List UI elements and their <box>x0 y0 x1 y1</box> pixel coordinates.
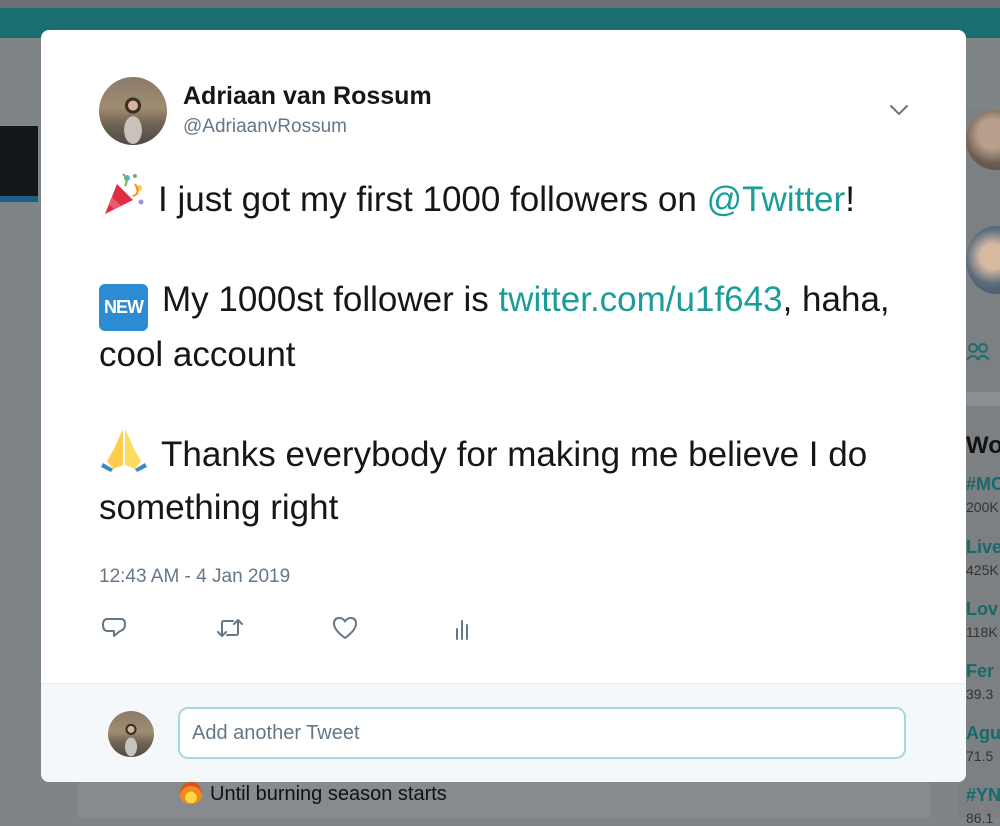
analytics-icon[interactable] <box>449 615 479 645</box>
tweet-punct: ! <box>845 180 855 219</box>
people-icon <box>966 342 990 367</box>
trend-count: 71.5 <box>966 748 994 764</box>
tweet-paragraph-2: NEW My 1000st follower is twitter.com/u1f… <box>99 276 919 378</box>
trend-name: Lov <box>966 599 999 619</box>
trend-count: 200K <box>966 499 999 515</box>
author-avatar[interactable] <box>99 77 167 145</box>
trend-name: Live <box>966 537 1000 557</box>
browser-topbar <box>0 0 1000 8</box>
mention-link[interactable]: @Twitter <box>707 180 846 219</box>
party-popper-icon <box>99 170 146 229</box>
background-nav-accent <box>0 196 38 202</box>
tweet-text: I just got my first 1000 followers on @T… <box>99 170 919 531</box>
reply-icon[interactable] <box>101 615 131 645</box>
tweet-punct: , <box>782 280 793 319</box>
tweet-paragraph-1: I just got my first 1000 followers on @T… <box>99 170 919 229</box>
tweet-actions <box>99 615 499 645</box>
retweet-icon[interactable] <box>216 615 246 645</box>
author-handle[interactable]: @AdriaanvRossum <box>183 116 347 138</box>
tweet-line-1: I just got my first 1000 followers on <box>158 180 697 219</box>
tweet-line-3: Thanks everybody for making me believe I… <box>99 435 868 527</box>
trend-name: Fer <box>966 661 995 681</box>
background-nav-block <box>0 126 38 200</box>
trend-name: #YN <box>966 785 1000 805</box>
background-feed-item: Until burning season starts <box>180 782 447 806</box>
tweet-modal: Adriaan van Rossum @AdriaanvRossum I jus… <box>41 30 966 782</box>
reply-composer <box>41 683 966 782</box>
fire-icon <box>180 782 202 804</box>
tweet-line-2: My 1000st follower is <box>162 280 489 319</box>
trend-count: 425K <box>966 562 999 578</box>
author-name[interactable]: Adriaan van Rossum <box>183 82 432 111</box>
profile-link[interactable]: twitter.com/u1f643 <box>499 280 783 319</box>
folded-hands-icon <box>99 425 149 484</box>
trends-title: Wo <box>966 432 1000 459</box>
trend-count: 39.3 <box>966 686 994 702</box>
chevron-down-icon[interactable] <box>889 103 909 117</box>
background-divider <box>966 392 1000 406</box>
trend-name: Agu <box>966 723 1000 743</box>
tweet-timestamp[interactable]: 12:43 AM - 4 Jan 2019 <box>99 566 290 588</box>
user-avatar <box>108 711 154 757</box>
trend-count: 86.1 <box>966 810 994 826</box>
heart-icon[interactable] <box>332 615 362 645</box>
trend-count: 118K <box>966 624 998 640</box>
trend-name: #MC <box>966 474 1000 494</box>
tweet-paragraph-3: Thanks everybody for making me believe I… <box>99 425 919 531</box>
new-badge-icon: NEW <box>99 284 148 331</box>
add-tweet-input[interactable] <box>178 707 906 759</box>
background-feed-text: Until burning season starts <box>210 783 447 805</box>
